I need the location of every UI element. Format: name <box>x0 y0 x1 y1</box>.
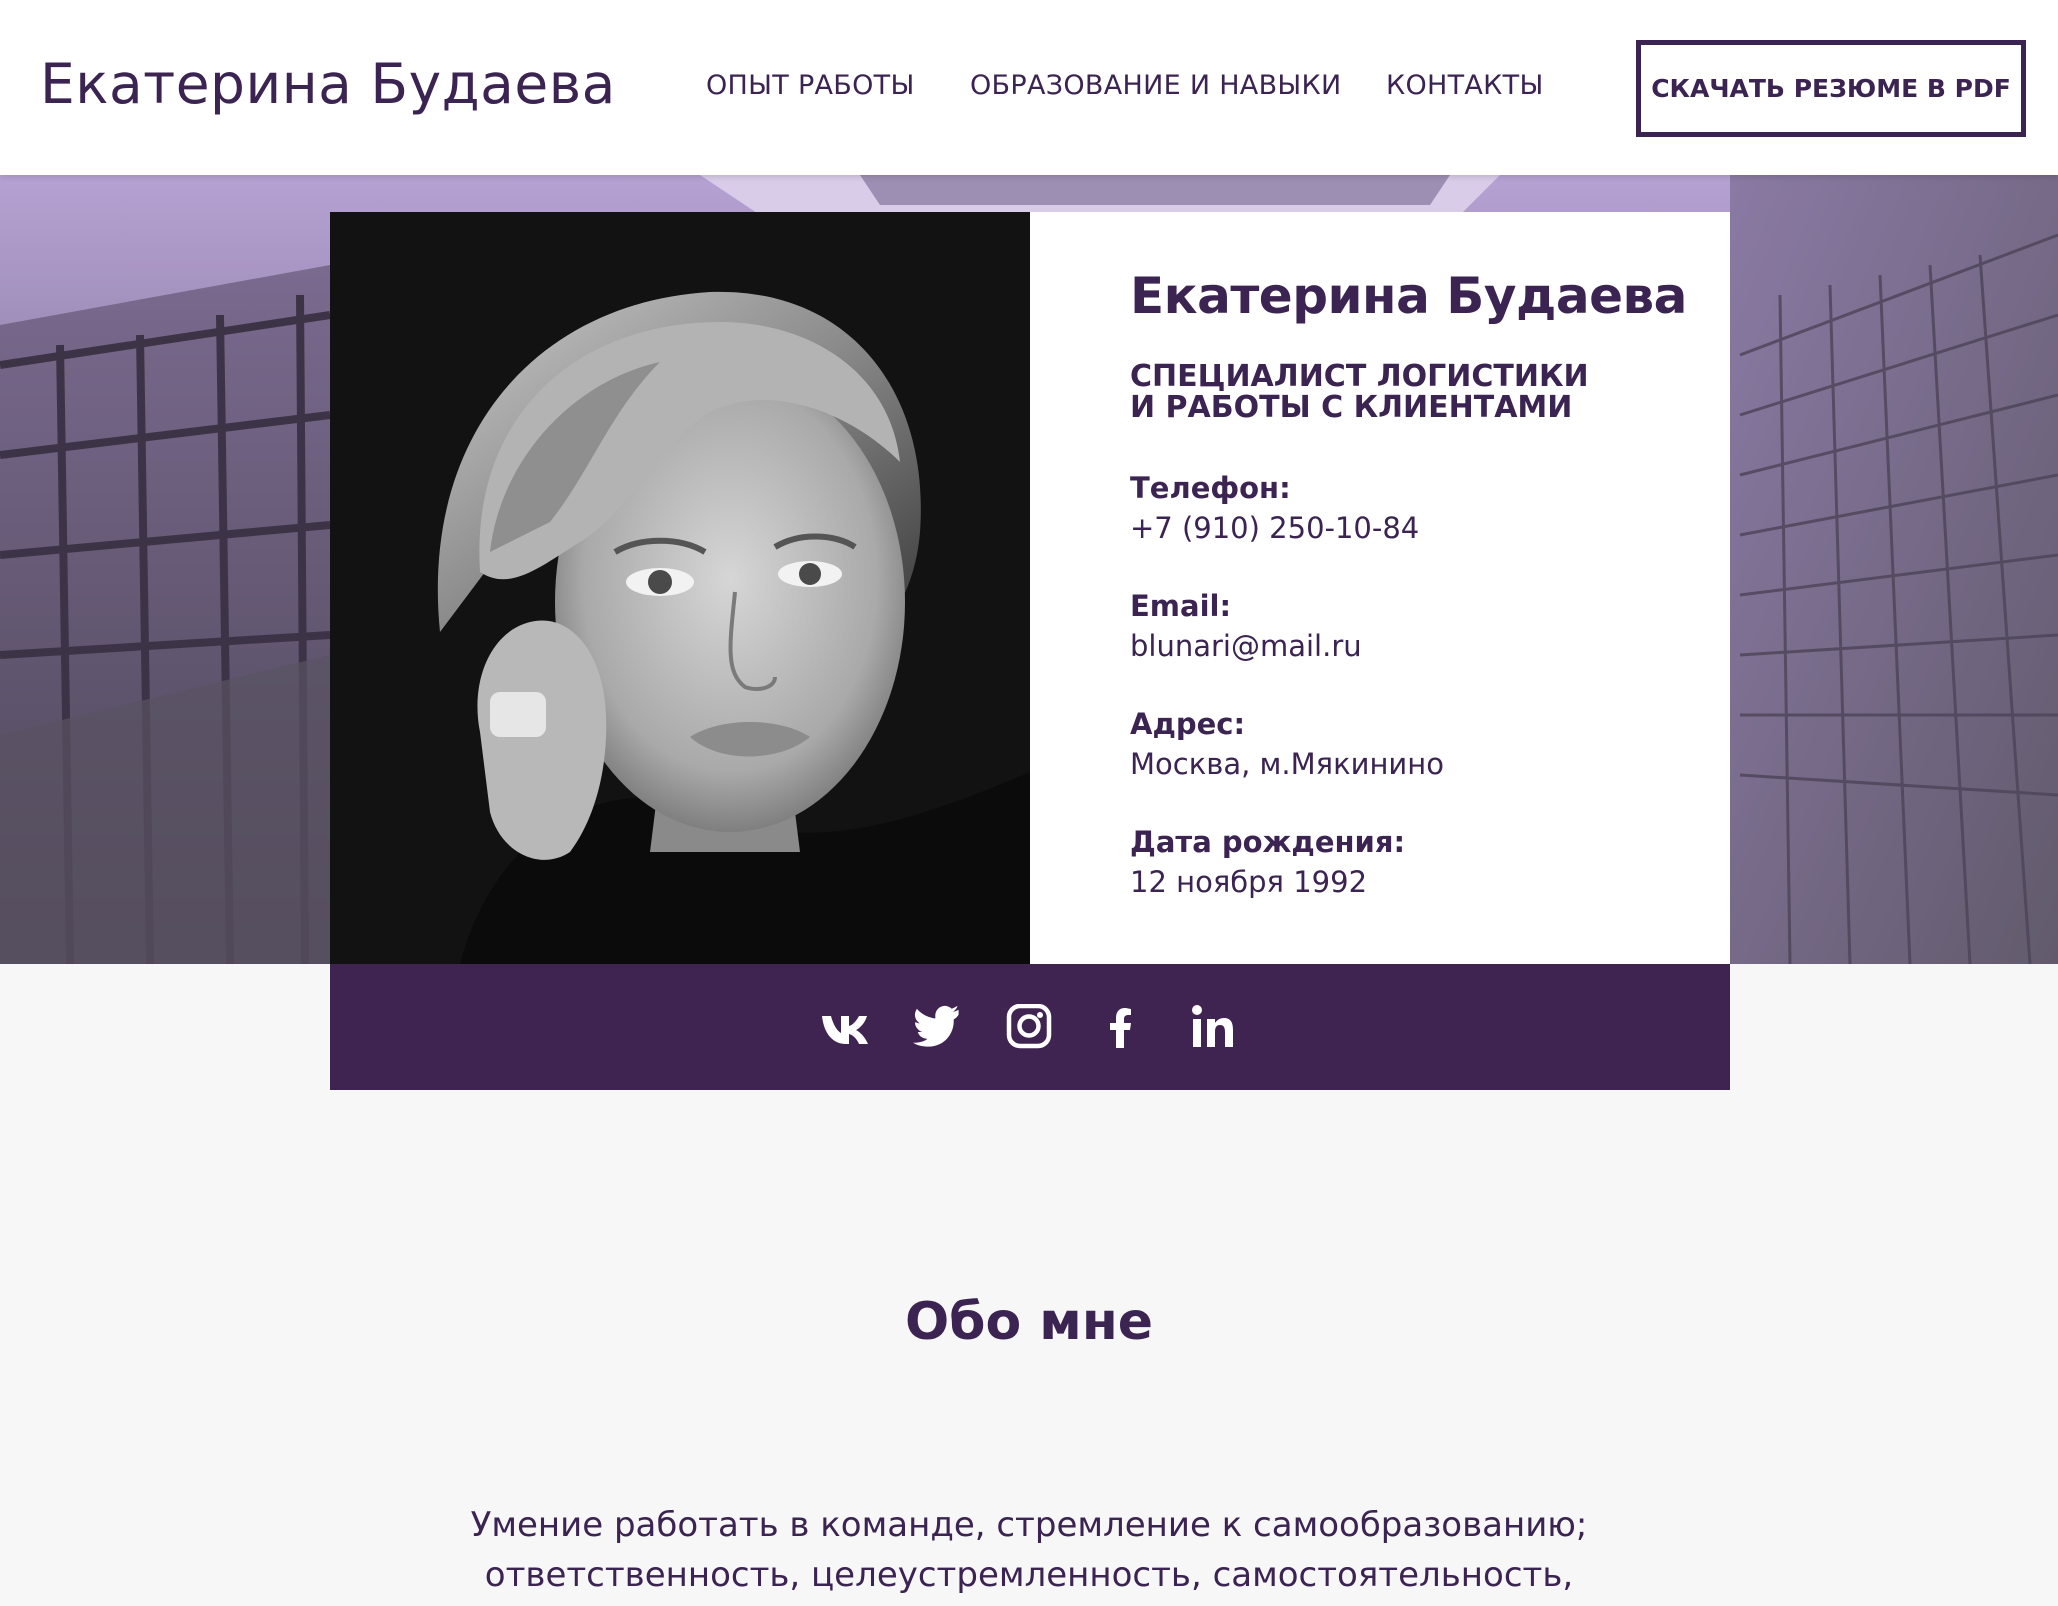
about-heading: Обо мне <box>904 1292 1154 1352</box>
facebook-icon[interactable] <box>1096 1004 1146 1050</box>
profile-info: Екатерина Будаева СПЕЦИАЛИСТ ЛОГИСТИКИ И… <box>1130 267 1690 899</box>
address-field: Адрес: Москва, м.Мякинино <box>1130 707 1690 781</box>
site-header: Екатерина Будаева ОПЫТ РАБОТЫ ОБРАЗОВАНИ… <box>0 0 2058 175</box>
birthdate-field: Дата рождения: 12 ноября 1992 <box>1130 825 1690 899</box>
birthdate-value: 12 ноября 1992 <box>1130 865 1368 899</box>
about-text: Умение работать в команде, стремление к … <box>430 1500 1628 1600</box>
nav-education-skills[interactable]: ОБРАЗОВАНИЕ И НАВЫКИ <box>970 70 1342 101</box>
phone-label: Телефон: <box>1130 471 1291 505</box>
instagram-icon[interactable] <box>1004 1003 1054 1050</box>
profile-role: СПЕЦИАЛИСТ ЛОГИСТИКИ И РАБОТЫ С КЛИЕНТАМ… <box>1130 359 1589 425</box>
profile-photo <box>330 212 1030 964</box>
twitter-icon[interactable] <box>912 1004 962 1050</box>
social-bar <box>330 964 1730 1090</box>
portrait-image <box>330 212 1030 964</box>
vk-icon[interactable] <box>820 1004 870 1050</box>
email-field: Email: blunari@mail.ru <box>1130 589 1690 663</box>
email-label: Email: <box>1130 589 1232 623</box>
nav-contacts[interactable]: КОНТАКТЫ <box>1386 70 1544 101</box>
address-label: Адрес: <box>1130 707 1246 741</box>
email-value[interactable]: blunari@mail.ru <box>1130 629 1690 663</box>
download-pdf-button[interactable]: СКАЧАТЬ РЕЗЮМЕ В PDF <box>1636 40 2026 137</box>
about-text-line-1: Умение работать в команде, стремление к … <box>470 1505 1588 1545</box>
phone-value[interactable]: +7 (910) 250-10-84 <box>1130 511 1690 545</box>
profile-name: Екатерина Будаева <box>1130 267 1687 325</box>
phone-field: Телефон: +7 (910) 250-10-84 <box>1130 471 1690 545</box>
linkedin-icon[interactable] <box>1188 1004 1238 1050</box>
nav-work-experience[interactable]: ОПЫТ РАБОТЫ <box>706 70 915 101</box>
profile-card: Екатерина Будаева СПЕЦИАЛИСТ ЛОГИСТИКИ И… <box>330 212 1730 964</box>
about-text-line-2: ответственность, целеустремленность, сам… <box>484 1555 1574 1595</box>
birthdate-label: Дата рождения: <box>1130 825 1406 859</box>
address-value: Москва, м.Мякинино <box>1130 747 1444 781</box>
